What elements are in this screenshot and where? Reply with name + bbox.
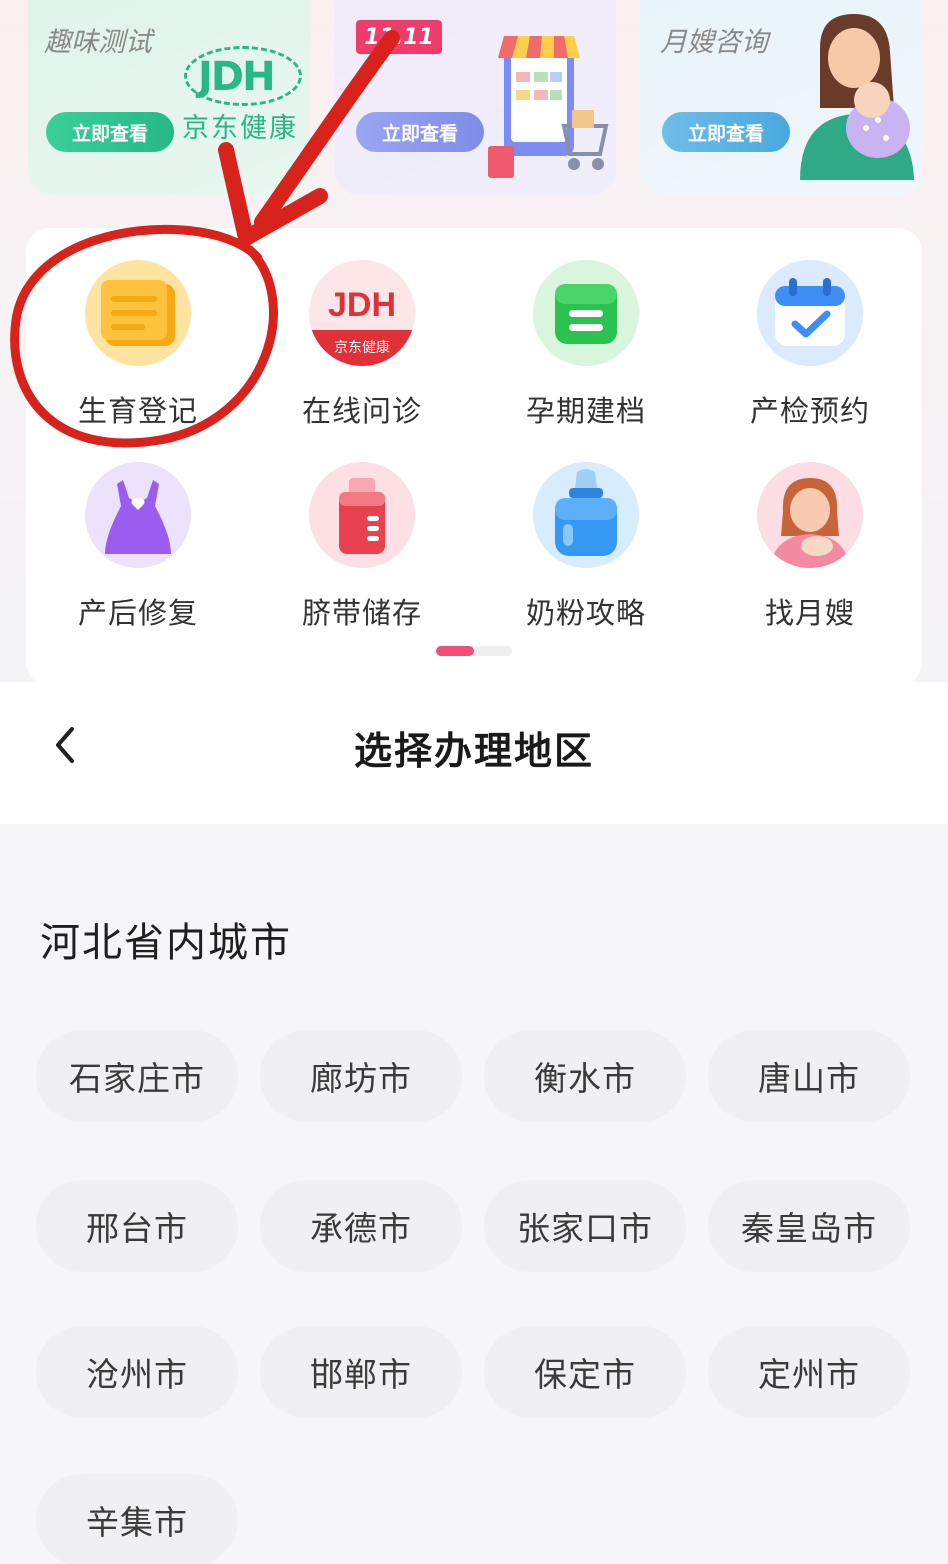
city-chip[interactable]: 承德市	[260, 1180, 462, 1272]
city-chip[interactable]: 石家庄市	[36, 1030, 238, 1122]
record-folder-icon	[533, 260, 639, 366]
page-title: 选择办理地区	[353, 729, 594, 773]
jdh-consult-icon: JDH 京东健康	[309, 260, 415, 366]
service-cord-blood-storage[interactable]: 脐带储存	[272, 462, 452, 642]
promo-view-button[interactable]: 立即查看	[46, 112, 174, 152]
svg-text:JDH: JDH	[328, 286, 396, 324]
city-chip[interactable]: 衡水市	[484, 1030, 686, 1122]
storage-bottle-icon	[309, 462, 415, 568]
promo-card-1111[interactable]: 11.11 立即查看	[334, 0, 616, 195]
service-online-consult[interactable]: JDH 京东健康 在线问诊	[272, 260, 452, 440]
promo-subtitle: 月嫂咨询	[660, 27, 768, 58]
svg-text:京东健康: 京东健康	[334, 339, 390, 356]
service-postpartum-repair[interactable]: 产后修复	[48, 462, 228, 642]
dress-icon	[85, 462, 191, 568]
service-birth-registration[interactable]: 生育登记	[48, 260, 228, 440]
service-find-nanny[interactable]: 找月嫂	[720, 462, 900, 642]
service-label: 孕期建档	[525, 394, 646, 428]
promo-card-test[interactable]: 趣味测试 立即查看 JDH 京东健康	[28, 0, 310, 195]
promo-subtitle: 趣味测试	[44, 27, 152, 58]
promo-view-button[interactable]: 立即查看	[356, 112, 484, 152]
city-chip[interactable]: 邯郸市	[260, 1326, 462, 1418]
service-label: 奶粉攻略	[525, 596, 646, 630]
city-chip[interactable]: 辛集市	[36, 1474, 238, 1564]
calendar-check-icon	[757, 260, 863, 366]
city-chip[interactable]: 张家口市	[484, 1180, 686, 1272]
city-chip[interactable]: 廊坊市	[260, 1030, 462, 1122]
mother-baby-illustration	[800, 14, 914, 180]
city-chip[interactable]: 秦皇岛市	[708, 1180, 910, 1272]
promo-view-button[interactable]: 立即查看	[662, 112, 790, 152]
shopping-phone-icon	[488, 36, 609, 178]
service-label: 脐带储存	[301, 596, 422, 630]
city-chip[interactable]: 定州市	[708, 1326, 910, 1418]
province-section-title: 河北省内城市	[40, 920, 292, 966]
city-chip[interactable]: 保定市	[484, 1326, 686, 1418]
service-label: 生育登记	[77, 394, 198, 428]
pager-active-dot	[436, 646, 474, 656]
service-label: 在线问诊	[301, 394, 422, 428]
promo-area: 趣味测试 立即查看 JDH 京东健康 11.11 立即查看 月嫂咨询 立即查看 …	[0, 0, 948, 690]
grid-pager	[436, 646, 512, 656]
service-label: 产检预约	[749, 394, 870, 428]
nanny-avatar-icon	[757, 462, 863, 568]
service-label: 找月嫂	[764, 596, 855, 630]
promo-card-nanny[interactable]: 月嫂咨询 立即查看	[640, 0, 922, 195]
city-chip[interactable]: 邢台市	[36, 1180, 238, 1272]
service-grid: 生育登记 JDH 京东健康 在线问诊 孕期建档 产检预约 产后修复 脐带储存 奶…	[26, 228, 922, 686]
milk-bottle-icon	[533, 462, 639, 568]
register-scroll-icon	[85, 260, 191, 366]
region-list: 河北省内城市 石家庄市 廊坊市 衡水市 唐山市 邢台市 承德市 张家口市 秦皇岛…	[0, 824, 948, 1564]
service-checkup-booking[interactable]: 产检预约	[720, 260, 900, 440]
promo-1111-badge: 11.11	[356, 20, 442, 54]
city-chip[interactable]: 唐山市	[708, 1030, 910, 1122]
region-sheet-header: 选择办理地区	[0, 682, 948, 824]
service-pregnancy-record[interactable]: 孕期建档	[496, 260, 676, 440]
jdh-logo: JDH 京东健康	[178, 38, 308, 148]
city-chip[interactable]: 沧州市	[36, 1326, 238, 1418]
service-formula-guide[interactable]: 奶粉攻略	[496, 462, 676, 642]
service-label: 产后修复	[77, 596, 198, 630]
